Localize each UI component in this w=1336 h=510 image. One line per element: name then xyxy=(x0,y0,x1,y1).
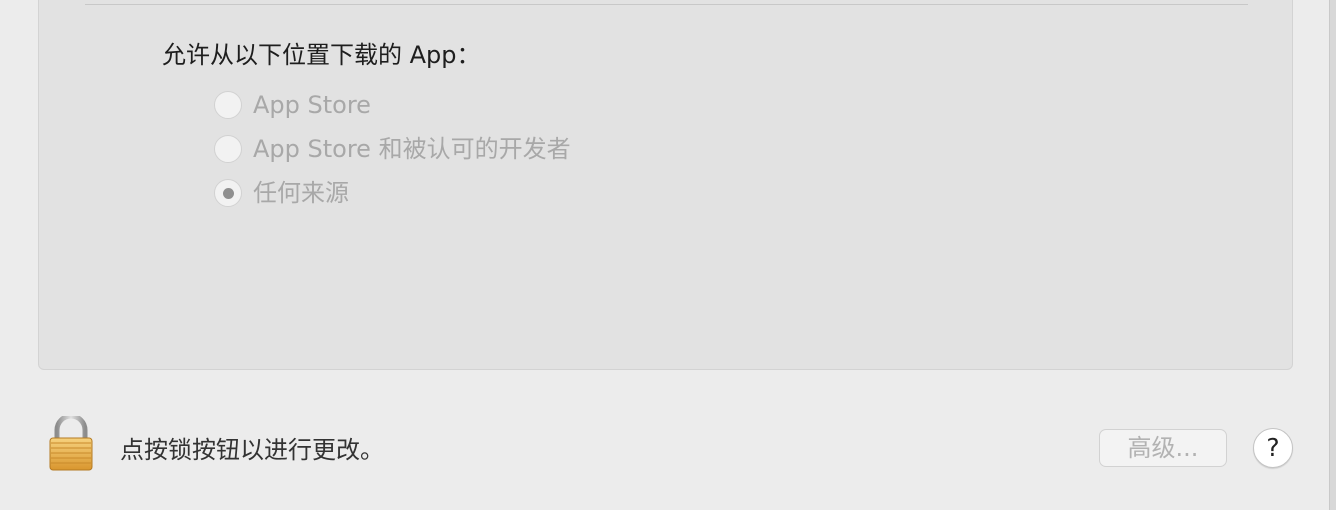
padlock-icon[interactable] xyxy=(47,413,95,472)
window-edge xyxy=(1329,0,1336,510)
radio-label-identified-developers: App Store 和被认可的开发者 xyxy=(253,135,571,163)
help-button[interactable]: ? xyxy=(1253,428,1293,468)
radio-option-anywhere[interactable]: 任何来源 xyxy=(214,177,349,209)
tab-divider xyxy=(85,4,1248,5)
lock-message: 点按锁按钮以进行更改。 xyxy=(120,436,384,464)
allow-apps-heading: 允许从以下位置下载的 App： xyxy=(162,41,481,69)
radio-selected-dot xyxy=(222,187,234,199)
radio-option-identified-developers[interactable]: App Store 和被认可的开发者 xyxy=(214,133,571,165)
radio-option-app-store[interactable]: App Store xyxy=(214,89,371,121)
advanced-button[interactable]: 高级... xyxy=(1099,429,1227,467)
radio-button-app-store[interactable] xyxy=(214,91,242,119)
radio-label-app-store: App Store xyxy=(253,91,371,119)
radio-button-anywhere[interactable] xyxy=(214,179,242,207)
radio-button-identified-developers[interactable] xyxy=(214,135,242,163)
radio-label-anywhere: 任何来源 xyxy=(253,179,349,207)
